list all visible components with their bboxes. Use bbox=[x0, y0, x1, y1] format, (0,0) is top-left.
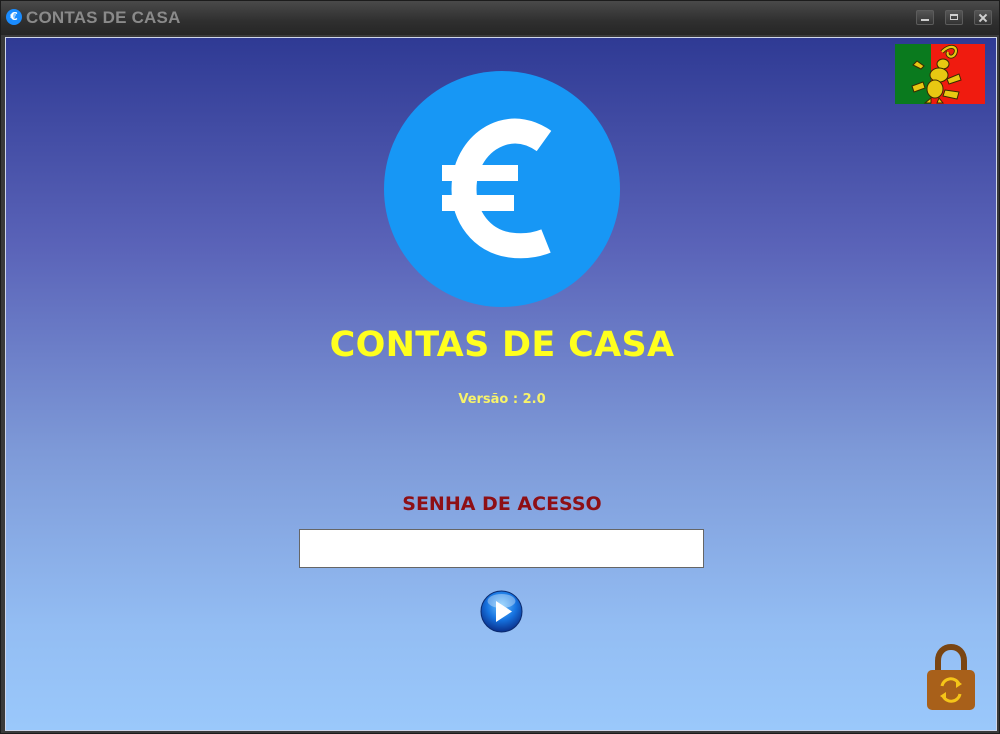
password-label: SENHA DE ACESSO bbox=[402, 493, 602, 515]
portugal-flag-scorpion-icon[interactable] bbox=[895, 44, 985, 104]
euro-icon bbox=[384, 71, 620, 307]
password-input[interactable] bbox=[299, 529, 704, 568]
lock-refresh-icon[interactable] bbox=[925, 643, 977, 711]
scorpion-icon bbox=[911, 45, 962, 104]
window-title: CONTAS DE CASA bbox=[26, 8, 181, 27]
play-arrow-icon[interactable] bbox=[480, 590, 523, 633]
app-name-title: CONTAS DE CASA bbox=[329, 325, 675, 365]
title-bar[interactable]: € CONTAS DE CASA bbox=[1, 1, 999, 35]
version-label: Versão : 2.0 bbox=[458, 392, 546, 407]
minimize-button[interactable] bbox=[916, 10, 934, 25]
app-window: € CONTAS DE CASA CONTAS DE CASA Versão:… bbox=[0, 0, 1000, 734]
app-icon: € bbox=[6, 9, 22, 25]
close-button[interactable] bbox=[974, 10, 992, 25]
maximize-button[interactable] bbox=[945, 10, 963, 25]
login-panel: CONTAS DE CASA Versão : 2.0 SENHA DE ACE… bbox=[5, 37, 997, 731]
